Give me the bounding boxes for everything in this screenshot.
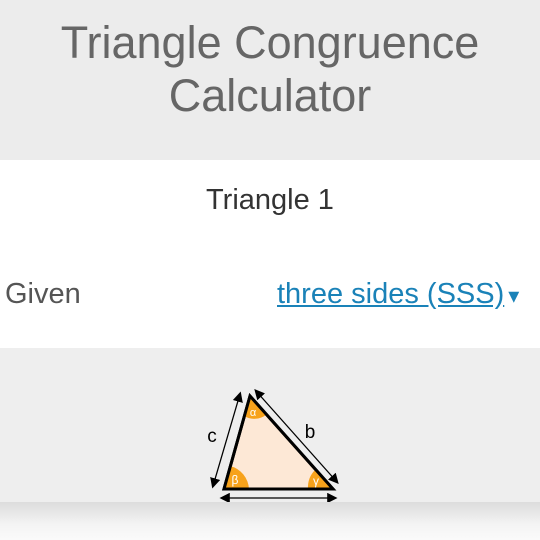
page-title: Triangle Congruence Calculator — [60, 17, 480, 121]
angle-label-gamma: γ — [313, 474, 319, 488]
angle-label-beta: β — [232, 473, 239, 487]
given-dropdown[interactable]: three sides (SSS) ▾ — [277, 278, 519, 311]
side-label-c: c — [207, 426, 217, 447]
triangle-diagram-area: c b α β γ — [0, 348, 540, 504]
calculator-page: Triangle Congruence Calculator Triangle … — [0, 0, 540, 540]
section-title: Triangle 1 — [206, 184, 334, 216]
angle-label-alpha: α — [250, 407, 257, 419]
given-dropdown-value: three sides (SSS) — [277, 278, 505, 310]
side-label-b: b — [305, 422, 316, 443]
triangle-diagram: c b α β γ — [207, 389, 339, 504]
triangle-card: Triangle 1 Given three sides (SSS) ▾ — [0, 160, 540, 348]
given-label: Given — [5, 278, 81, 310]
chevron-down-icon: ▾ — [508, 283, 520, 308]
bottom-shadow — [0, 502, 540, 540]
header: Triangle Congruence Calculator — [0, 0, 540, 160]
